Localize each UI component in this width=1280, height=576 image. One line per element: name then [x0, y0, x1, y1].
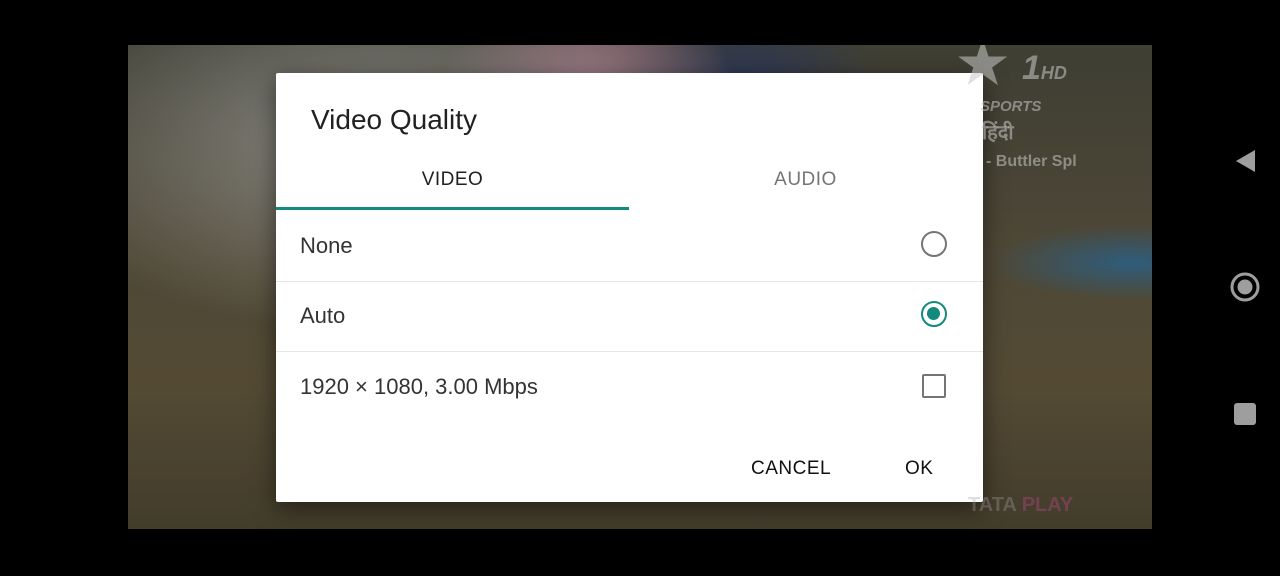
- tab-audio[interactable]: AUDIO: [629, 151, 982, 209]
- tab-video[interactable]: VIDEO: [276, 151, 629, 209]
- radio-button[interactable]: [921, 231, 947, 257]
- watermark-logo: TATA PLAY: [968, 494, 1073, 517]
- option-label: Auto: [300, 303, 346, 328]
- ok-button[interactable]: OK: [905, 451, 933, 487]
- channel-logo-hd: 1HD: [1022, 49, 1067, 88]
- option-none[interactable]: None: [276, 211, 983, 282]
- back-icon[interactable]: [1226, 142, 1264, 180]
- cancel-button[interactable]: CANCEL: [751, 451, 831, 487]
- radio-button-selected[interactable]: [921, 301, 947, 327]
- recents-icon[interactable]: [1226, 395, 1264, 433]
- checkbox[interactable]: [922, 374, 946, 398]
- home-icon[interactable]: [1226, 268, 1264, 306]
- channel-number: 1: [1022, 49, 1041, 87]
- channel-hindi-label: हिंदी: [982, 122, 1014, 144]
- tab-selected-indicator: [276, 207, 629, 210]
- video-quality-dialog: Video Quality VIDEO AUDIO None Auto 1920…: [276, 73, 983, 502]
- option-label: 1920 × 1080, 3.00 Mbps: [300, 374, 538, 399]
- option-label: None: [300, 233, 353, 258]
- channel-sports-label: SPORTS: [980, 98, 1042, 115]
- channel-star-logo: ★: [954, 45, 1012, 99]
- watermark-part2: PLAY: [1021, 494, 1074, 516]
- option-1080p[interactable]: 1920 × 1080, 3.00 Mbps: [276, 352, 983, 422]
- dialog-title: Video Quality: [311, 104, 478, 135]
- watermark-part1: TATA: [968, 494, 1022, 516]
- program-title: - Buttler Spl: [986, 153, 1077, 170]
- channel-hd-suffix: HD: [1040, 63, 1067, 83]
- option-auto[interactable]: Auto: [276, 281, 983, 352]
